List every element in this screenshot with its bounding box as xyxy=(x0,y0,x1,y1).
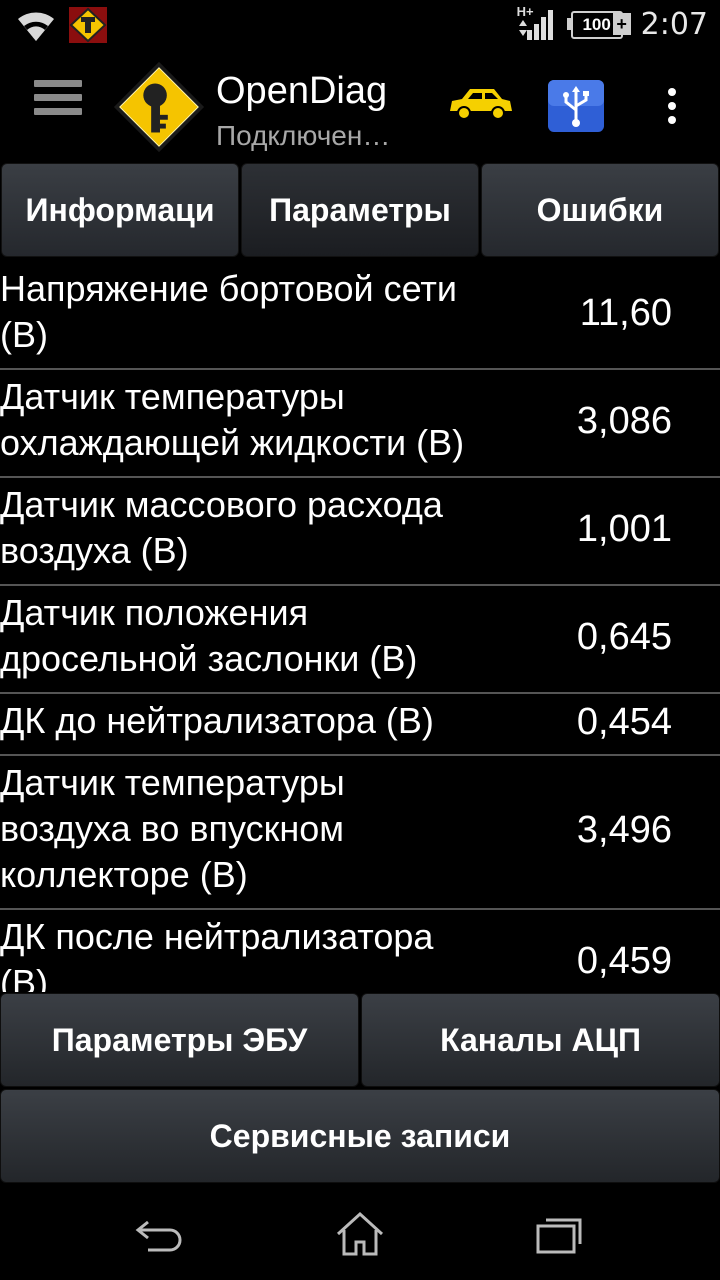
parameter-row[interactable]: ДК после нейтрализатора (В) 0,459 xyxy=(0,910,720,992)
parameter-label: Напряжение бортовой сети (В) xyxy=(0,266,555,358)
parameter-row[interactable]: Датчик положения дросельной заслонки (В) 0… xyxy=(0,586,720,694)
status-bar-right: H+ 100 + 2:07 xyxy=(517,4,708,42)
parameter-list[interactable]: Напряжение бортовой сети (В) 11,60 Датчик т… xyxy=(0,262,720,992)
parameter-label-line: ДК после нейтрализатора xyxy=(0,916,434,957)
parameter-label-line: Датчик температуры xyxy=(0,762,345,803)
navigation-bar xyxy=(0,1186,720,1280)
tab-parameters[interactable]: Параметры xyxy=(241,163,479,257)
tab-bar: Информаци Параметры Ошибки xyxy=(0,163,720,259)
parameter-label: Датчик положения дросельной заслонки (В) xyxy=(0,590,555,682)
parameter-label-line: Датчик массового расхода xyxy=(0,484,443,525)
adc-channels-button[interactable]: Каналы АЦП xyxy=(361,993,720,1087)
battery-icon: 100 + xyxy=(566,9,631,39)
wifi-icon xyxy=(18,12,54,41)
recent-apps-icon[interactable] xyxy=(532,1210,588,1258)
app-title: OpenDiag xyxy=(216,70,388,112)
tab-info[interactable]: Информаци xyxy=(1,163,239,257)
clock: 2:07 xyxy=(640,6,708,42)
parameter-label-line: коллекторе (В) xyxy=(0,854,248,895)
parameter-label: Датчик массового расхода воздуха (В) xyxy=(0,482,555,574)
status-bar: H+ 100 + 2:07 xyxy=(0,0,720,50)
parameter-value: 3,496 xyxy=(576,809,672,851)
parameter-label-line: (В) xyxy=(0,962,48,992)
parameter-label-line: ДК до нейтрализатора (В) xyxy=(0,700,434,741)
connection-status: Подключен… xyxy=(216,120,391,151)
ecu-parameters-button[interactable]: Параметры ЭБУ xyxy=(0,993,359,1087)
car-icon[interactable] xyxy=(446,85,514,125)
usb-icon[interactable] xyxy=(548,80,604,132)
parameter-value: 0,454 xyxy=(576,701,672,743)
parameter-label-line: Напряжение бортовой сети xyxy=(0,268,457,309)
app-logo[interactable] xyxy=(110,58,208,156)
parameter-row[interactable]: Датчик массового расхода воздуха (В) 1,001 xyxy=(0,478,720,586)
charging-icon: + xyxy=(612,13,631,35)
menu-button[interactable] xyxy=(34,80,82,130)
parameter-value: 0,459 xyxy=(576,940,672,982)
parameter-label-line: воздуха (В) xyxy=(0,530,189,571)
parameter-label-line: (В) xyxy=(0,314,48,355)
app-notification-icon xyxy=(69,7,107,43)
parameter-label-line: охлаждающей жидкости (В) xyxy=(0,422,465,463)
parameter-row[interactable]: Напряжение бортовой сети (В) 11,60 xyxy=(0,262,720,370)
parameter-value: 1,001 xyxy=(576,508,672,550)
parameter-label: Датчик температуры воздуха во впускном кол… xyxy=(0,760,555,898)
signal-icon: H+ xyxy=(517,4,557,42)
overflow-icon xyxy=(668,88,676,96)
parameter-label-line: Датчик температуры xyxy=(0,376,345,417)
menu-icon xyxy=(34,80,82,87)
parameter-value: 11,60 xyxy=(579,292,672,334)
parameter-row[interactable]: Датчик температуры охлаждающей жидкости (… xyxy=(0,370,720,478)
parameter-row[interactable]: Датчик температуры воздуха во впускном кол… xyxy=(0,756,720,910)
overflow-menu-button[interactable] xyxy=(660,88,684,128)
parameter-label: ДК после нейтрализатора (В) xyxy=(0,914,555,992)
parameter-label: ДК до нейтрализатора (В) xyxy=(0,698,555,744)
parameter-label-line: воздуха во впускном xyxy=(0,808,345,849)
parameter-label-line: Датчик положения xyxy=(0,592,309,633)
back-icon[interactable] xyxy=(132,1210,188,1258)
parameter-label-line: дросельной заслонки (В) xyxy=(0,638,418,679)
home-icon[interactable] xyxy=(332,1210,388,1258)
parameter-label: Датчик температуры охлаждающей жидкости (… xyxy=(0,374,555,466)
status-bar-left xyxy=(16,6,108,44)
parameter-value: 0,645 xyxy=(576,616,672,658)
tab-errors[interactable]: Ошибки xyxy=(481,163,719,257)
parameter-row[interactable]: ДК до нейтрализатора (В) 0,454 xyxy=(0,694,720,756)
parameter-value: 3,086 xyxy=(576,400,672,442)
service-records-button[interactable]: Сервисные записи xyxy=(0,1089,720,1183)
action-bar: OpenDiag Подключен… xyxy=(0,50,720,160)
